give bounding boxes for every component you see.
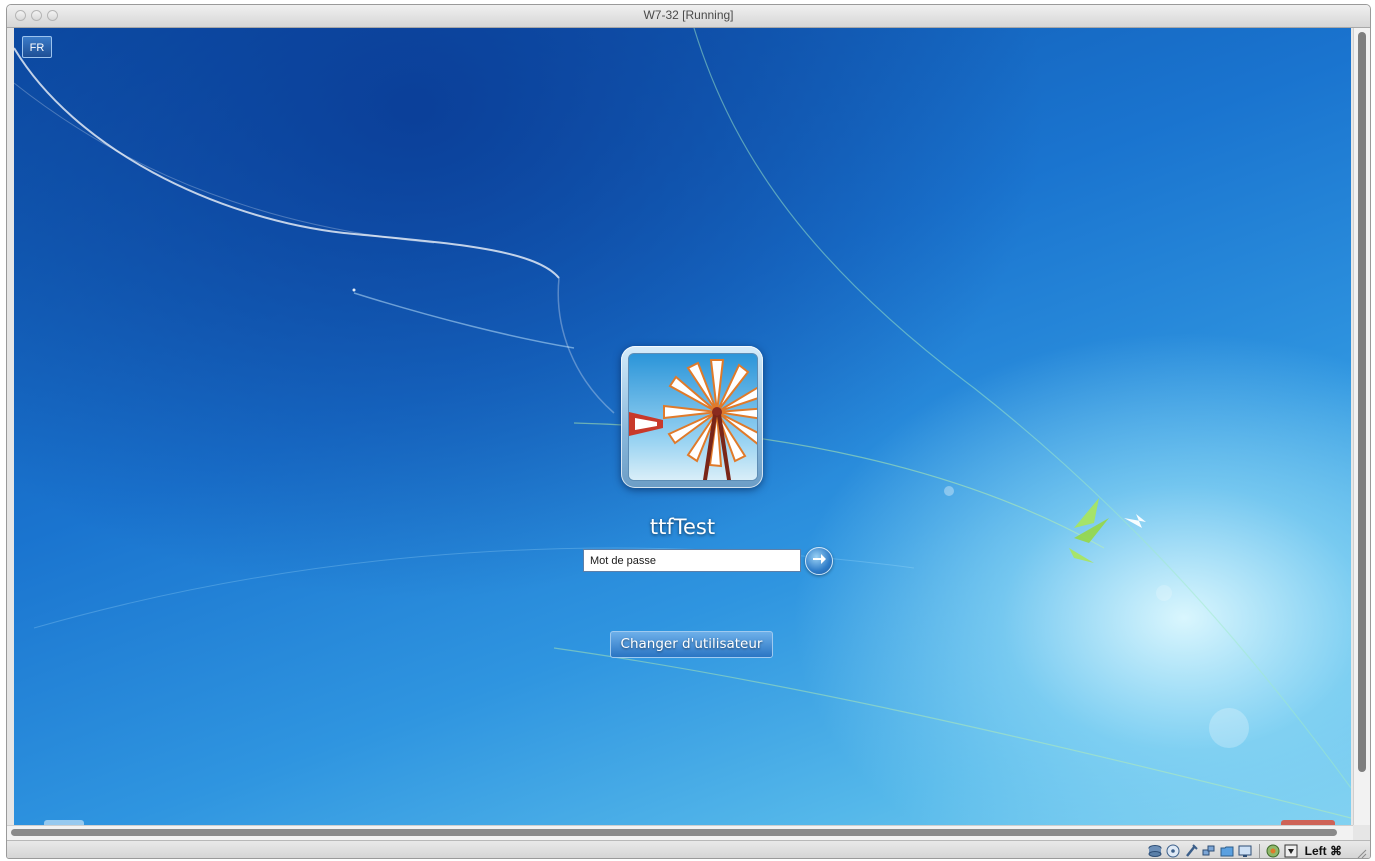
windmill-picture xyxy=(628,353,758,481)
status-bar: Left ⌘ xyxy=(7,840,1370,859)
hard-disk-icon[interactable] xyxy=(1148,843,1163,858)
window-title: W7-32 [Running] xyxy=(643,8,734,22)
resize-grip-icon[interactable] xyxy=(1355,847,1367,859)
arrow-right-icon xyxy=(811,551,827,571)
vertical-scrollbar[interactable] xyxy=(1353,28,1370,825)
horizontal-scroll-thumb[interactable] xyxy=(11,829,1337,836)
status-divider xyxy=(1258,843,1260,858)
mouse-integration-icon[interactable] xyxy=(1284,843,1299,858)
user-avatar xyxy=(621,346,763,488)
usb-icon[interactable] xyxy=(1184,843,1199,858)
submit-login-button[interactable] xyxy=(805,547,833,575)
network-icon[interactable] xyxy=(1202,843,1217,858)
horizontal-scrollbar[interactable] xyxy=(7,825,1353,840)
display-icon[interactable] xyxy=(1238,843,1253,858)
title-bar[interactable]: W7-32 [Running] xyxy=(7,5,1370,28)
host-key-label: Left ⌘ xyxy=(1304,843,1342,858)
language-indicator-button[interactable]: FR xyxy=(22,36,52,58)
video-capture-icon[interactable] xyxy=(1266,843,1281,858)
shared-folders-icon[interactable] xyxy=(1220,843,1235,858)
switch-user-button[interactable]: Changer d'utilisateur xyxy=(610,631,773,658)
password-input[interactable] xyxy=(583,549,801,572)
vertical-scroll-thumb[interactable] xyxy=(1358,32,1366,772)
user-name: ttfTest xyxy=(649,515,716,539)
optical-drive-icon[interactable] xyxy=(1166,843,1181,858)
vm-window: W7-32 [Running] FR ttfTest Changer d'uti… xyxy=(6,4,1371,859)
vm-screen[interactable]: FR ttfTest Changer d'utilisateur xyxy=(14,28,1351,825)
